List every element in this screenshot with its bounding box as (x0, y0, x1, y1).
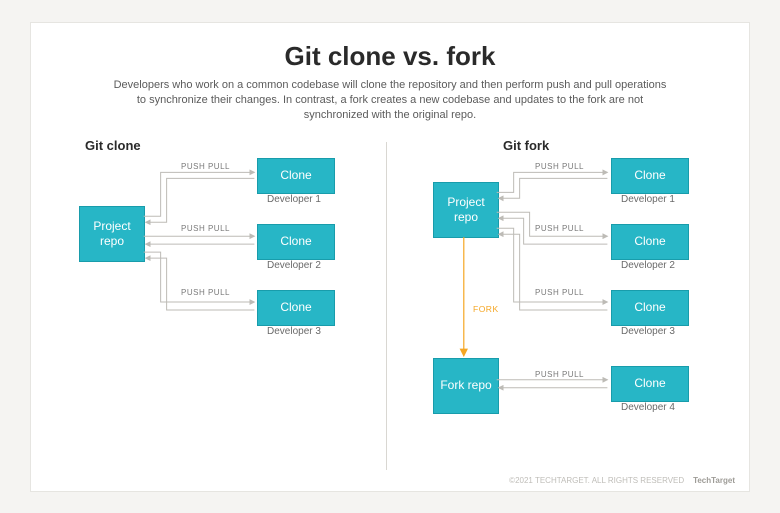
left-clone-label-1: Clone (280, 168, 311, 182)
right-clone-box-1: Clone (611, 158, 689, 194)
diagram-title: Git clone vs. fork (91, 41, 689, 72)
left-clone-box-2: Clone (257, 224, 335, 260)
left-clone-caption-1: Developer 1 (267, 194, 321, 205)
footer-copyright: ©2021 TECHTARGET. ALL RIGHTS RESERVED (509, 476, 684, 485)
left-edge-label-2: PUSH PULL (181, 224, 230, 233)
right-clone-box-2: Clone (611, 224, 689, 260)
right-edge-label-1: PUSH PULL (535, 162, 584, 171)
diagram-subtitle: Developers who work on a common codebase… (110, 78, 670, 124)
right-section-title: Git fork (503, 138, 549, 153)
left-clone-label-2: Clone (280, 234, 311, 248)
right-fork-repo-label: Fork repo (440, 378, 491, 392)
right-clone-label-3: Clone (634, 300, 665, 314)
left-edge-label-3: PUSH PULL (181, 288, 230, 297)
diagram-area: Git clone Project repo Clone Developer 1… (31, 136, 749, 476)
left-clone-caption-3: Developer 3 (267, 326, 321, 337)
right-edge-label-3: PUSH PULL (535, 288, 584, 297)
right-clone-caption-3: Developer 3 (621, 326, 675, 337)
left-clone-caption-2: Developer 2 (267, 260, 321, 271)
right-clone-label-2: Clone (634, 234, 665, 248)
right-fork-repo-box: Fork repo (433, 358, 499, 414)
left-clone-label-3: Clone (280, 300, 311, 314)
right-project-repo-box: Project repo (433, 182, 499, 238)
left-edge-label-1: PUSH PULL (181, 162, 230, 171)
left-project-repo-box: Project repo (79, 206, 145, 262)
right-clone-box-3: Clone (611, 290, 689, 326)
diagram-card: Git clone vs. fork Developers who work o… (30, 22, 750, 492)
right-clone-caption-1: Developer 1 (621, 194, 675, 205)
right-fork-edge-label: FORK (473, 304, 499, 314)
right-clone-label-4: Clone (634, 376, 665, 390)
right-project-repo-label: Project repo (434, 195, 498, 224)
left-clone-box-1: Clone (257, 158, 335, 194)
right-clone-caption-2: Developer 2 (621, 260, 675, 271)
right-clone-box-4: Clone (611, 366, 689, 402)
header: Git clone vs. fork Developers who work o… (31, 23, 749, 124)
left-section-title: Git clone (85, 138, 141, 153)
vertical-divider (386, 142, 387, 470)
footer: ©2021 TECHTARGET. ALL RIGHTS RESERVED Te… (509, 476, 735, 485)
right-clone-label-1: Clone (634, 168, 665, 182)
right-edge-label-4: PUSH PULL (535, 370, 584, 379)
left-clone-box-3: Clone (257, 290, 335, 326)
right-clone-caption-4: Developer 4 (621, 402, 675, 413)
footer-brand: TechTarget (693, 476, 735, 485)
left-project-repo-label: Project repo (80, 219, 144, 248)
right-edge-label-2: PUSH PULL (535, 224, 584, 233)
